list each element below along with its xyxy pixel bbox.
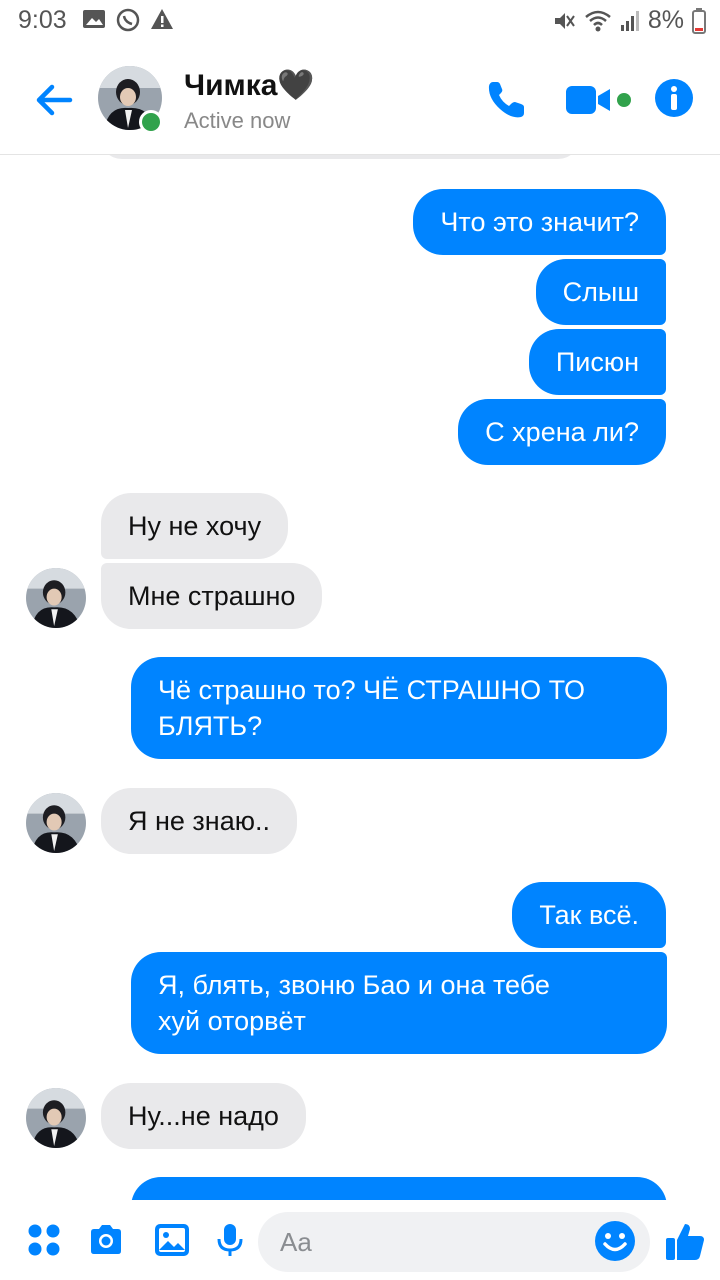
mute-icon [554,12,575,29]
outgoing-message[interactable]: Я, блять, звоню Бао и она тебе хуй оторв… [131,952,667,1054]
notification-icons [82,8,174,32]
message-input[interactable] [258,1212,650,1272]
thumbs-up-icon[interactable] [664,1220,706,1262]
incoming-message[interactable]: Ну...не надо [101,1083,306,1149]
outgoing-message[interactable]: Писюн [528,329,666,395]
more-options-icon[interactable] [26,1222,62,1258]
warning-notification-icon [151,9,173,29]
info-icon[interactable] [654,78,694,118]
next-message-partial [131,1177,667,1200]
incoming-message[interactable]: Ну не хочу [101,493,289,559]
phone-icon[interactable] [484,78,528,122]
composer-bar [0,1200,720,1280]
contact-avatar-small[interactable] [26,1088,86,1148]
gallery-icon[interactable] [154,1222,190,1258]
previous-message-partial [100,155,580,159]
incoming-message[interactable]: Я не знаю.. [101,788,297,854]
whatsapp-notification-icon [116,8,140,32]
signal-icon [620,10,639,31]
gallery-notification-icon [83,10,105,28]
contact-status: Active now [184,108,291,133]
contact-avatar-small[interactable] [26,568,86,628]
status-time: 9:03 [18,6,67,34]
camera-icon[interactable] [88,1222,124,1258]
video-call-icon[interactable] [566,80,636,120]
back-arrow-icon[interactable] [32,78,76,122]
outgoing-message[interactable]: С хрена ли? [458,399,666,465]
contact-avatar-partial [26,155,86,157]
contact-avatar-small[interactable] [26,793,86,853]
chat-header: Чимка🖤 Active now [0,44,720,155]
battery-icon [692,7,706,34]
contact-name[interactable]: Чимка🖤 [184,68,315,103]
outgoing-message[interactable]: Слыш [535,259,666,325]
system-icons: 8% [552,6,706,35]
battery-percentage: 8% [647,6,684,34]
outgoing-message[interactable]: Что это значит? [413,189,666,255]
outgoing-message[interactable]: Так всё. [512,882,666,948]
microphone-icon[interactable] [212,1222,248,1258]
wifi-icon [585,10,611,31]
status-bar: 9:03 8% [0,0,720,44]
emoji-icon[interactable] [594,1220,636,1262]
online-indicator [139,110,163,134]
incoming-message[interactable]: Мне страшно [101,563,323,629]
outgoing-message[interactable]: Чё страшно то? ЧЁ СТРАШНО ТО БЛЯТЬ? [131,657,667,759]
message-list[interactable]: Что это значит? Слыш Писюн С хрена ли? Н… [0,155,720,1200]
